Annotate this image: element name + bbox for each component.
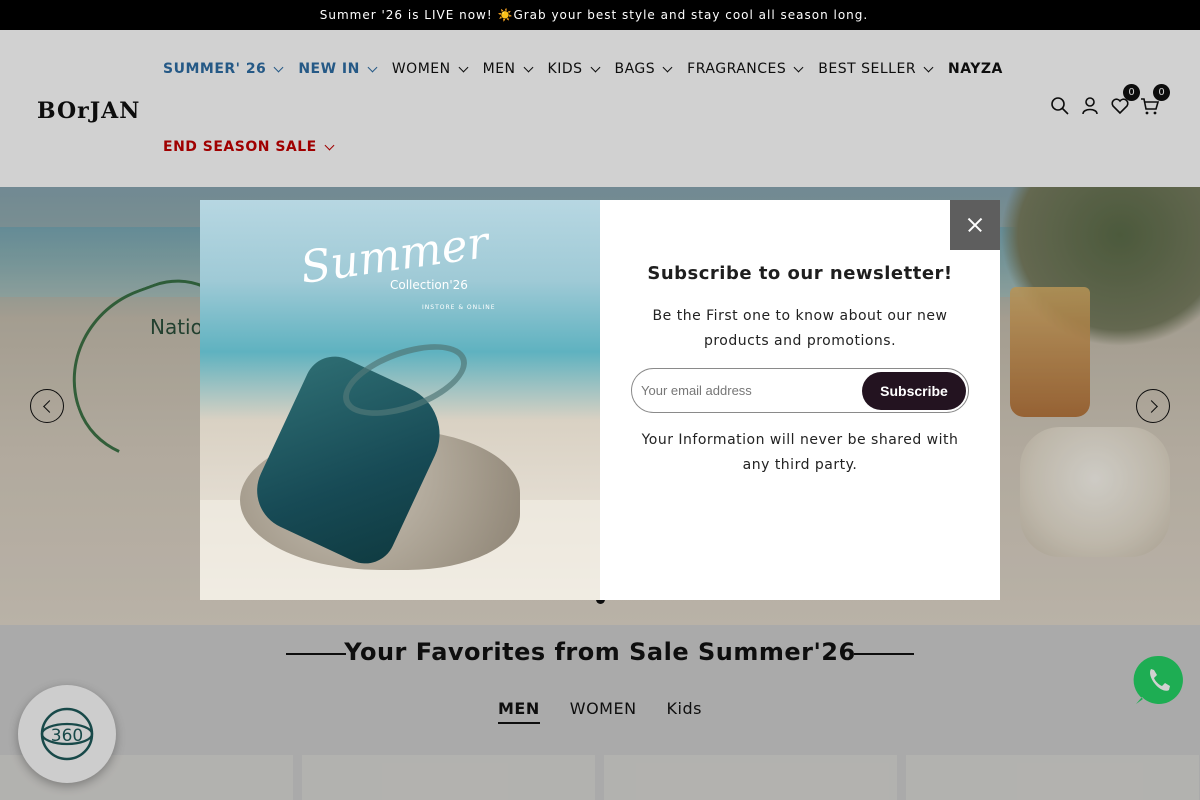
chevron-down-icon bbox=[324, 140, 335, 150]
chevron-down-icon bbox=[662, 62, 673, 72]
nav-item-label: NAYZA bbox=[948, 61, 1003, 77]
nav-item[interactable]: END SEASON SALE bbox=[163, 139, 335, 155]
slider-prev-button[interactable] bbox=[30, 389, 64, 423]
whatsapp-button[interactable] bbox=[1133, 654, 1185, 706]
chevron-down-icon bbox=[923, 62, 934, 72]
nav-item-label: END SEASON SALE bbox=[163, 139, 317, 155]
nav-item-label: FRAGRANCES bbox=[687, 61, 787, 77]
email-field[interactable] bbox=[634, 383, 862, 398]
account-icon[interactable] bbox=[1080, 96, 1100, 116]
main-nav-row-1: SUMMER' 26 NEW IN WOMEN MEN KIDS BAGS FRAGRANC… bbox=[163, 61, 1019, 77]
wishlist-count: 0 bbox=[1123, 84, 1140, 101]
favorites-tab[interactable]: Kids bbox=[667, 699, 702, 724]
hero-drink-glass bbox=[1010, 287, 1090, 417]
newsletter-promo-image: Summer Collection'26 INSTORE & ONLINE bbox=[200, 200, 600, 600]
nav-item-label: SUMMER' 26 bbox=[163, 61, 267, 77]
nav-item-label: BAGS bbox=[614, 61, 656, 77]
favorites-tabs: MEN WOMEN Kids bbox=[0, 699, 1200, 724]
nav-item[interactable]: KIDS bbox=[547, 61, 600, 77]
chevron-right-icon bbox=[1144, 399, 1158, 413]
newsletter-form-panel: Subscribe to our newsletter! Be the Firs… bbox=[600, 200, 1000, 600]
chevron-down-icon bbox=[523, 62, 533, 72]
brand-logo[interactable]: BOrJAN bbox=[37, 98, 140, 124]
title-rule-right bbox=[854, 653, 914, 655]
nav-item[interactable]: NAYZA bbox=[948, 61, 1003, 77]
nav-item-label: MEN bbox=[482, 61, 516, 77]
nav-item[interactable]: NEW IN bbox=[298, 61, 378, 77]
chevron-down-icon bbox=[590, 62, 600, 72]
view-360-label: 360 bbox=[51, 726, 83, 746]
image-tagline: INSTORE & ONLINE bbox=[422, 304, 496, 311]
chevron-down-icon bbox=[273, 62, 284, 72]
nav-item[interactable]: WOMEN bbox=[391, 61, 469, 77]
announcement-text: Summer '26 is LIVE now! ☀️Grab your best… bbox=[319, 8, 869, 22]
nav-item[interactable]: FRAGRANCES bbox=[687, 61, 804, 77]
favorites-title: Your Favorites from Sale Summer'26 bbox=[344, 638, 856, 666]
chevron-left-icon bbox=[42, 399, 56, 413]
product-card[interactable] bbox=[604, 755, 897, 800]
nav-item-label: NEW IN bbox=[298, 61, 360, 77]
360-icon: 360 bbox=[40, 707, 94, 761]
site-header: BOrJAN SUMMER' 26 NEW IN WOMEN MEN KIDS BAGS F… bbox=[0, 30, 1200, 187]
cart-icon[interactable]: 0 bbox=[1140, 84, 1170, 116]
slider-next-button[interactable] bbox=[1136, 389, 1170, 423]
nav-item[interactable]: SUMMER' 26 bbox=[163, 61, 284, 77]
view-360-button[interactable]: 360 bbox=[18, 685, 116, 783]
chevron-down-icon bbox=[367, 62, 378, 72]
header-icons: 0 0 bbox=[1050, 84, 1170, 116]
nav-item-label: KIDS bbox=[547, 61, 583, 77]
wishlist-icon[interactable]: 0 bbox=[1110, 84, 1140, 116]
modal-close-button[interactable] bbox=[950, 200, 1000, 250]
subscribe-button[interactable]: Subscribe bbox=[862, 371, 966, 410]
nav-item[interactable]: BEST SELLER bbox=[818, 61, 934, 77]
product-card[interactable] bbox=[302, 755, 595, 800]
chevron-down-icon bbox=[458, 62, 469, 72]
favorites-tab[interactable]: WOMEN bbox=[570, 699, 637, 724]
privacy-note: Your Information will never be shared wi… bbox=[641, 432, 959, 473]
cart-count: 0 bbox=[1153, 84, 1170, 101]
whatsapp-icon bbox=[1133, 655, 1183, 704]
search-icon[interactable] bbox=[1050, 96, 1070, 116]
product-card[interactable] bbox=[906, 755, 1199, 800]
announcement-bar: Summer '26 is LIVE now! ☀️Grab your best… bbox=[0, 0, 1200, 30]
hero-pearl-shoe bbox=[1020, 427, 1170, 557]
newsletter-modal: Summer Collection'26 INSTORE & ONLINE Su… bbox=[200, 200, 1000, 600]
nav-item-label: WOMEN bbox=[391, 61, 451, 77]
newsletter-description: Be the First one to know about our new p… bbox=[652, 308, 948, 349]
newsletter-form: Subscribe bbox=[631, 368, 969, 413]
chevron-down-icon bbox=[793, 62, 804, 72]
nav-item[interactable]: MEN bbox=[482, 61, 533, 77]
image-subtitle: Collection'26 bbox=[390, 278, 468, 292]
hero-text-fragment: Natio bbox=[150, 315, 203, 339]
nav-item-label: BEST SELLER bbox=[818, 61, 917, 77]
favorites-tab[interactable]: MEN bbox=[498, 699, 540, 724]
main-nav-row-2: END SEASON SALE bbox=[163, 139, 349, 155]
newsletter-title: Subscribe to our newsletter! bbox=[647, 263, 953, 284]
nav-item[interactable]: BAGS bbox=[614, 61, 673, 77]
